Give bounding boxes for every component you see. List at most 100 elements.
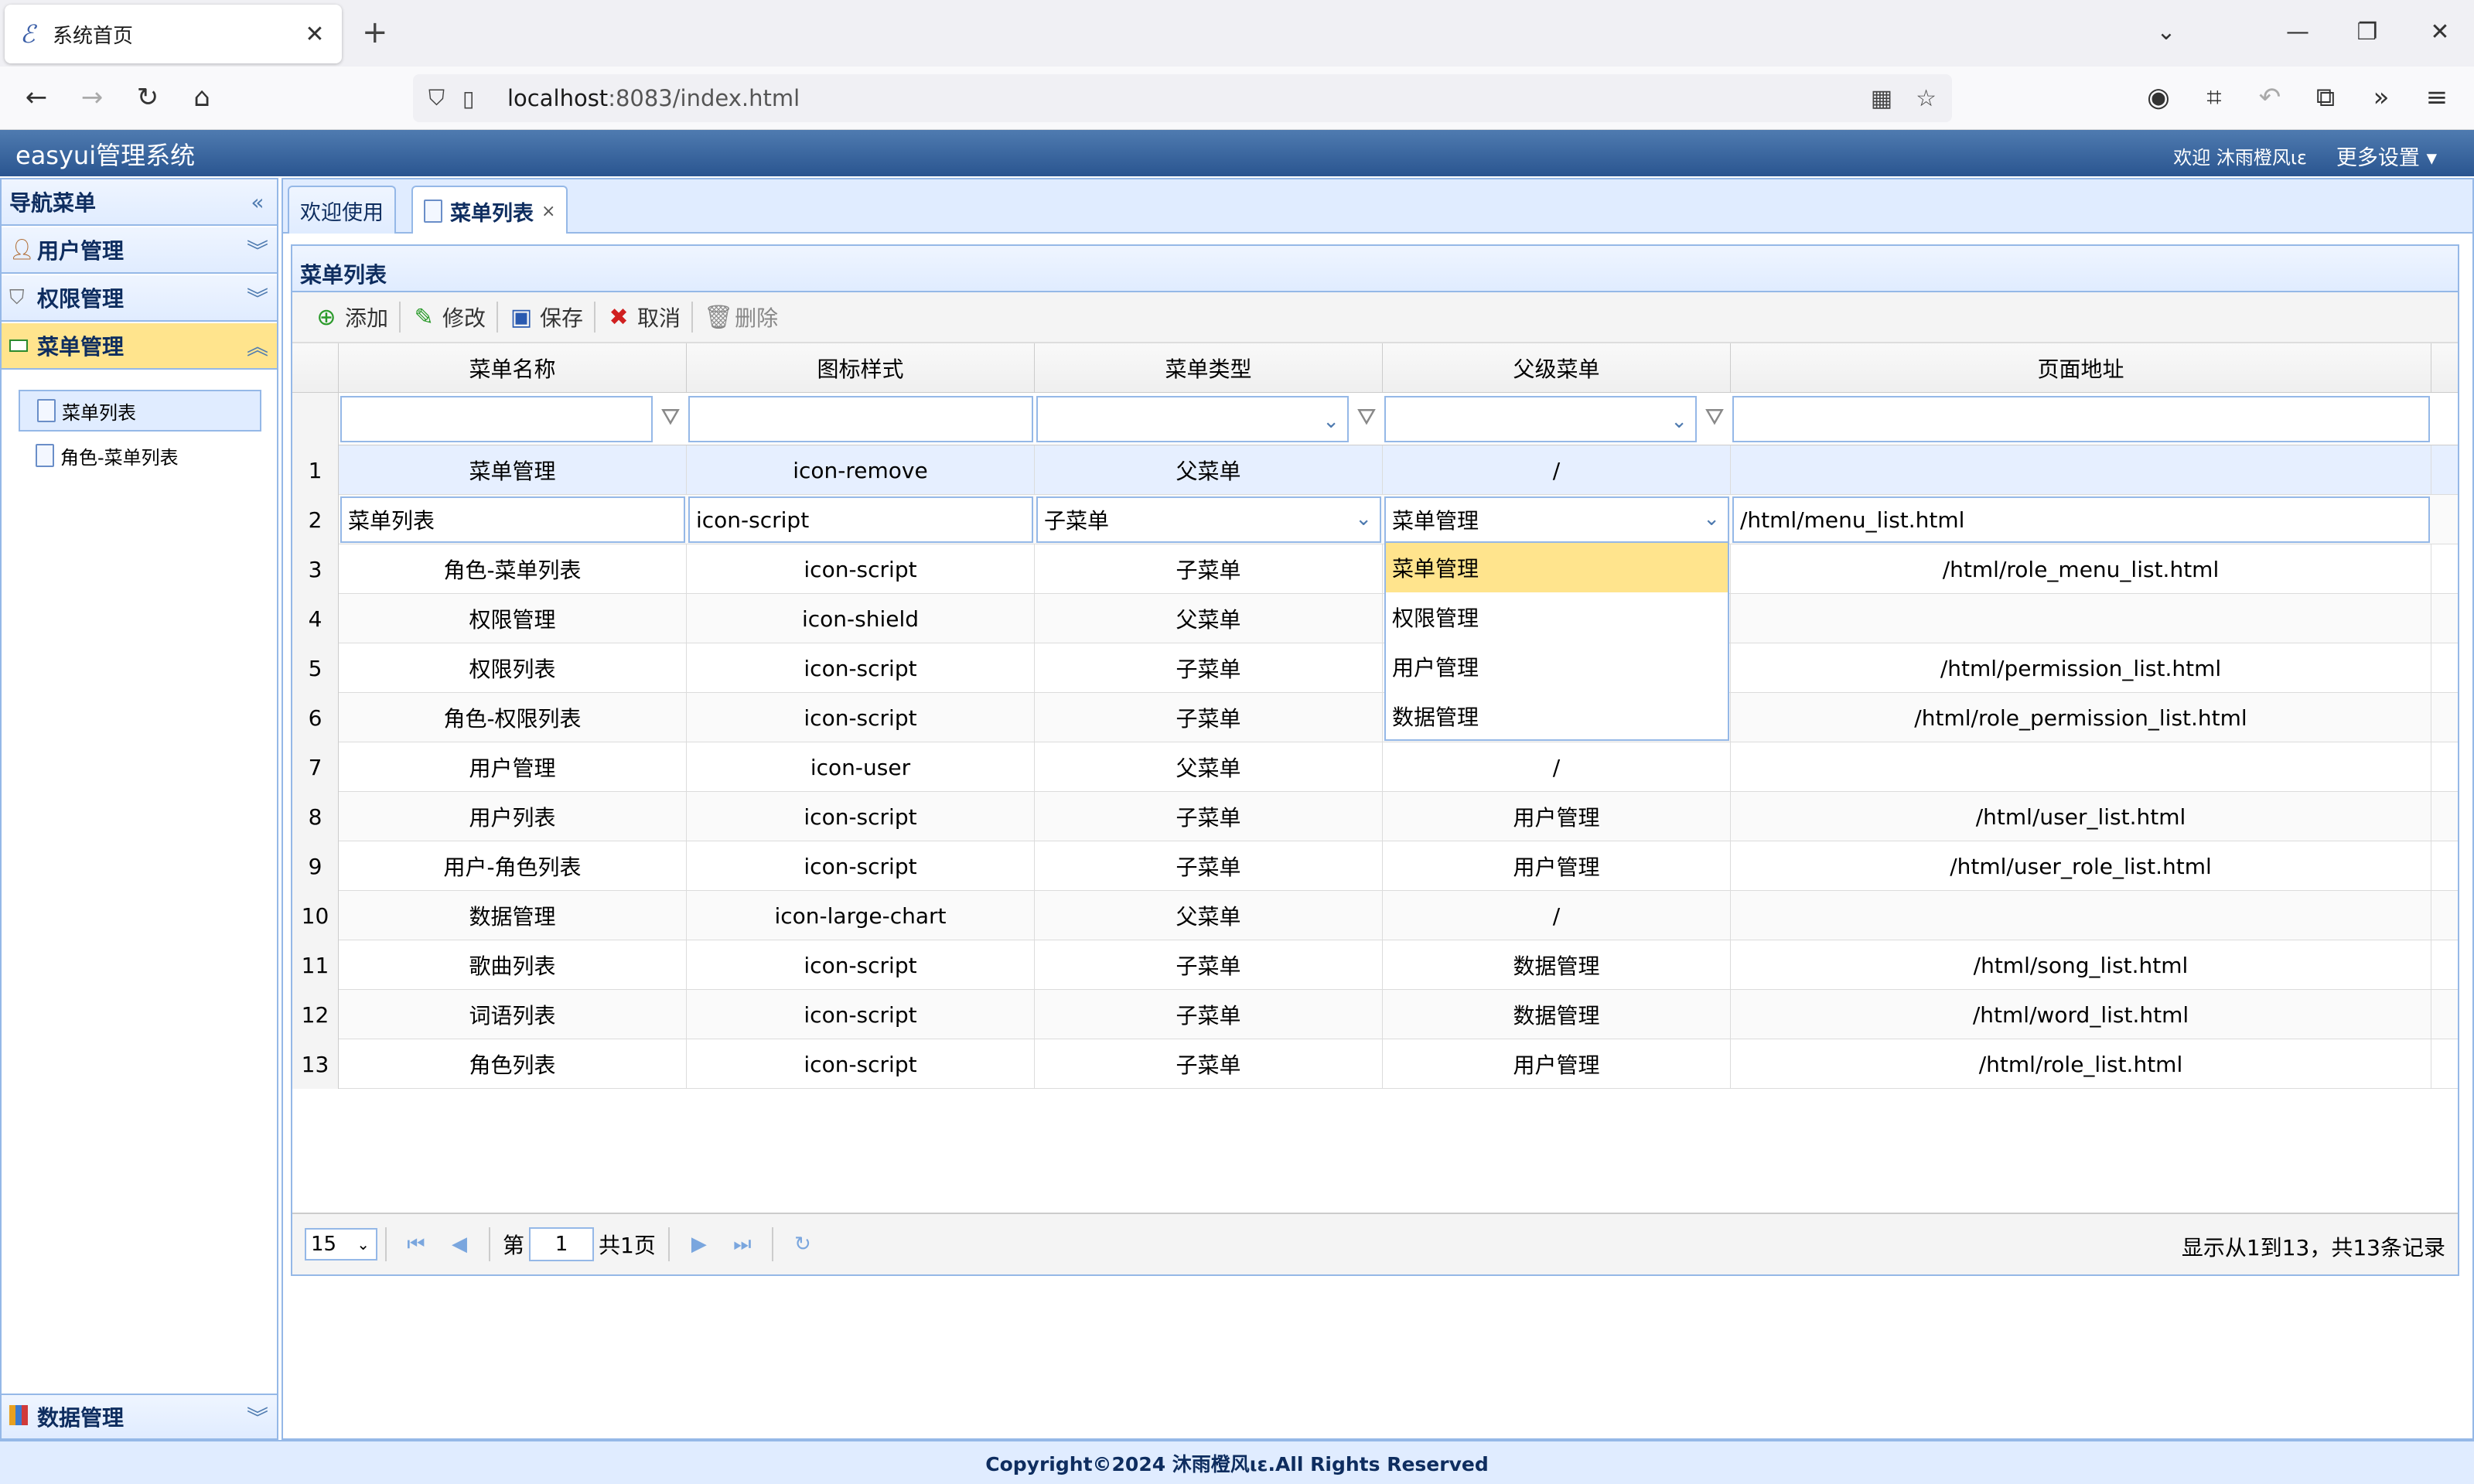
- tab-welcome[interactable]: 欢迎使用: [288, 186, 396, 234]
- chevron-down-icon[interactable]: ⌄: [1355, 507, 1372, 530]
- table-row[interactable]: 角色列表 icon-script 子菜单 用户管理/html/role_list.ht…: [339, 1039, 2458, 1089]
- reload-icon[interactable]: ↻: [128, 82, 167, 113]
- refresh-icon[interactable]: ↻: [781, 1233, 824, 1256]
- tab-menu-list[interactable]: 菜单列表 ×: [411, 186, 568, 235]
- filter-icon[interactable]: ⛛: [1355, 404, 1378, 431]
- nav-group-data[interactable]: 数据管理 ︾: [2, 1394, 277, 1440]
- column-header[interactable]: 菜单类型: [1035, 343, 1383, 393]
- extensions-icon[interactable]: ⧉: [2306, 82, 2345, 113]
- tab-label: 欢迎使用: [300, 200, 384, 225]
- table-cell-icon: icon-script: [687, 643, 1035, 693]
- edit-field-parent[interactable]: 菜单管理 ⌄: [1384, 496, 1729, 543]
- cancel-button[interactable]: ✖ 取消: [595, 297, 691, 337]
- expand-icon[interactable]: ︾: [246, 234, 269, 265]
- filter-parent-combo[interactable]: ⌄: [1384, 396, 1697, 442]
- column-header[interactable]: 父级菜单: [1383, 343, 1731, 393]
- nav-group-user[interactable]: 👤︎ 用户管理 ︾: [2, 227, 277, 274]
- url-text[interactable]: localhost:8083/index.html: [507, 85, 1848, 111]
- account-icon[interactable]: ◉: [2139, 82, 2178, 113]
- menu-icon: [9, 334, 37, 357]
- filter-icon-style-input[interactable]: [688, 396, 1033, 442]
- home-icon[interactable]: ⌂: [183, 82, 221, 113]
- url-bar[interactable]: ⛉ ▯ localhost:8083/index.html ▦ ☆: [413, 74, 1952, 122]
- save-label: 保存: [540, 305, 584, 331]
- nav-group-label: 用户管理: [37, 238, 125, 264]
- collapse-left-icon[interactable]: «: [246, 189, 269, 215]
- tab-list-icon[interactable]: ⌄: [2147, 17, 2186, 48]
- row-number-cell: 7: [292, 742, 339, 792]
- table-cell-type: 父菜单: [1035, 445, 1383, 495]
- table-row[interactable]: 用户列表 icon-script 子菜单 用户管理/html/user_list.ht…: [339, 792, 2458, 841]
- first-page-icon[interactable]: ⏮: [394, 1233, 438, 1257]
- more-settings-button[interactable]: 更多设置 ▾: [2336, 141, 2437, 171]
- window-close-icon[interactable]: ✕: [2421, 17, 2459, 48]
- url-host: localhost: [507, 85, 609, 111]
- chevron-down-icon[interactable]: ⌄: [1703, 507, 1720, 530]
- edit-field-name[interactable]: 菜单列表: [340, 496, 685, 543]
- page-prefix: 第: [503, 1233, 525, 1258]
- filter-icon[interactable]: ⛛: [1703, 404, 1726, 431]
- qr-code-icon[interactable]: ▦: [1871, 85, 1892, 112]
- screenshot-icon[interactable]: ⌗: [2195, 82, 2233, 113]
- page-number-input[interactable]: 1: [529, 1227, 595, 1261]
- bookmark-star-icon[interactable]: ☆: [1916, 85, 1937, 112]
- table-cell-icon: icon-script: [687, 940, 1035, 990]
- chevron-down-icon[interactable]: ⌄: [1322, 410, 1339, 433]
- close-tab-icon[interactable]: ✕: [303, 21, 326, 48]
- table-cell-icon: icon-script: [687, 990, 1035, 1039]
- back-icon[interactable]: ←: [17, 82, 56, 113]
- restore-icon[interactable]: ❐: [2348, 17, 2387, 48]
- expand-icon[interactable]: ︾: [246, 282, 269, 313]
- nav-group-permission[interactable]: ⛉ 权限管理 ︾: [2, 275, 277, 322]
- column-header[interactable]: 菜单名称: [339, 343, 687, 393]
- last-page-icon[interactable]: ⏭: [721, 1233, 764, 1257]
- undo-icon[interactable]: ↶: [2250, 82, 2289, 113]
- page-size-select[interactable]: 15 ⌄: [305, 1228, 377, 1261]
- delete-button[interactable]: 🗑︎ 删除: [693, 297, 789, 337]
- edit-field-type[interactable]: 子菜单 ⌄: [1036, 496, 1381, 543]
- table-row[interactable]: 歌曲列表 icon-script 子菜单 数据管理/html/song_list.ht…: [339, 940, 2458, 990]
- chevron-down-icon[interactable]: ⌄: [1670, 410, 1687, 433]
- collapse-icon[interactable]: ︽: [246, 330, 269, 361]
- column-header[interactable]: 页面地址: [1731, 343, 2431, 393]
- browser-tab[interactable]: ℰ 系统首页 ✕: [5, 5, 342, 63]
- column-header[interactable]: 图标样式: [687, 343, 1035, 393]
- dropdown-option[interactable]: 权限管理: [1386, 592, 1728, 642]
- edit-field-url[interactable]: /html/menu_list.html: [1732, 496, 2430, 543]
- filter-type-combo[interactable]: ⌄: [1036, 396, 1349, 442]
- tree-item-role-menu-list[interactable]: 角色-菜单列表: [19, 435, 261, 476]
- menu-icon[interactable]: ≡: [2418, 82, 2456, 113]
- pager-info: 显示从1到13，共13条记录: [2181, 1235, 2445, 1261]
- save-button[interactable]: ▣ 保存: [498, 297, 594, 337]
- tree-item-menu-list[interactable]: 菜单列表: [19, 390, 261, 432]
- dropdown-option[interactable]: 用户管理: [1386, 642, 1728, 691]
- close-tab-icon[interactable]: ×: [541, 202, 555, 221]
- overflow-icon[interactable]: »: [2362, 82, 2401, 113]
- table-cell-type: 父菜单: [1035, 742, 1383, 792]
- edit-field-icon[interactable]: icon-script: [688, 496, 1033, 543]
- edit-button[interactable]: ✎ 修改: [401, 297, 497, 337]
- add-button[interactable]: ⊕ 添加: [303, 297, 399, 337]
- minimize-icon[interactable]: —: [2278, 17, 2317, 48]
- dropdown-option[interactable]: 数据管理: [1386, 691, 1728, 741]
- prev-page-icon[interactable]: ◀: [438, 1233, 481, 1256]
- tree-item-label: 菜单列表: [62, 401, 136, 424]
- filter-url-input[interactable]: [1732, 396, 2430, 442]
- shield-icon[interactable]: ⛉: [428, 85, 462, 111]
- table-row[interactable]: 词语列表 icon-script 子菜单 数据管理/html/word_list.ht…: [339, 990, 2458, 1039]
- table-row[interactable]: 数据管理 icon-large-chart 父菜单 /: [339, 891, 2458, 940]
- next-page-icon[interactable]: ▶: [677, 1233, 721, 1256]
- dropdown-option[interactable]: 菜单管理: [1386, 543, 1728, 592]
- table-row[interactable]: 菜单列表 icon-script 子菜单 ⌄ 菜单管理 ⌄ /html/menu_list.…: [339, 495, 2458, 544]
- table-cell-url: [1731, 445, 2431, 495]
- forward-icon[interactable]: →: [73, 82, 111, 113]
- add-label: 添加: [345, 305, 389, 331]
- table-row[interactable]: 菜单管理 icon-remove 父菜单 /: [339, 445, 2458, 495]
- expand-icon[interactable]: ︾: [246, 1401, 269, 1432]
- nav-group-menu[interactable]: 菜单管理 ︽: [2, 323, 277, 370]
- new-tab-icon[interactable]: +: [362, 15, 388, 49]
- filter-icon[interactable]: ⛛: [659, 404, 682, 431]
- table-row[interactable]: 用户-角色列表 icon-script 子菜单 用户管理/html/user_role…: [339, 841, 2458, 891]
- filter-name-input[interactable]: [340, 396, 653, 442]
- table-row[interactable]: 用户管理 icon-user 父菜单 /: [339, 742, 2458, 792]
